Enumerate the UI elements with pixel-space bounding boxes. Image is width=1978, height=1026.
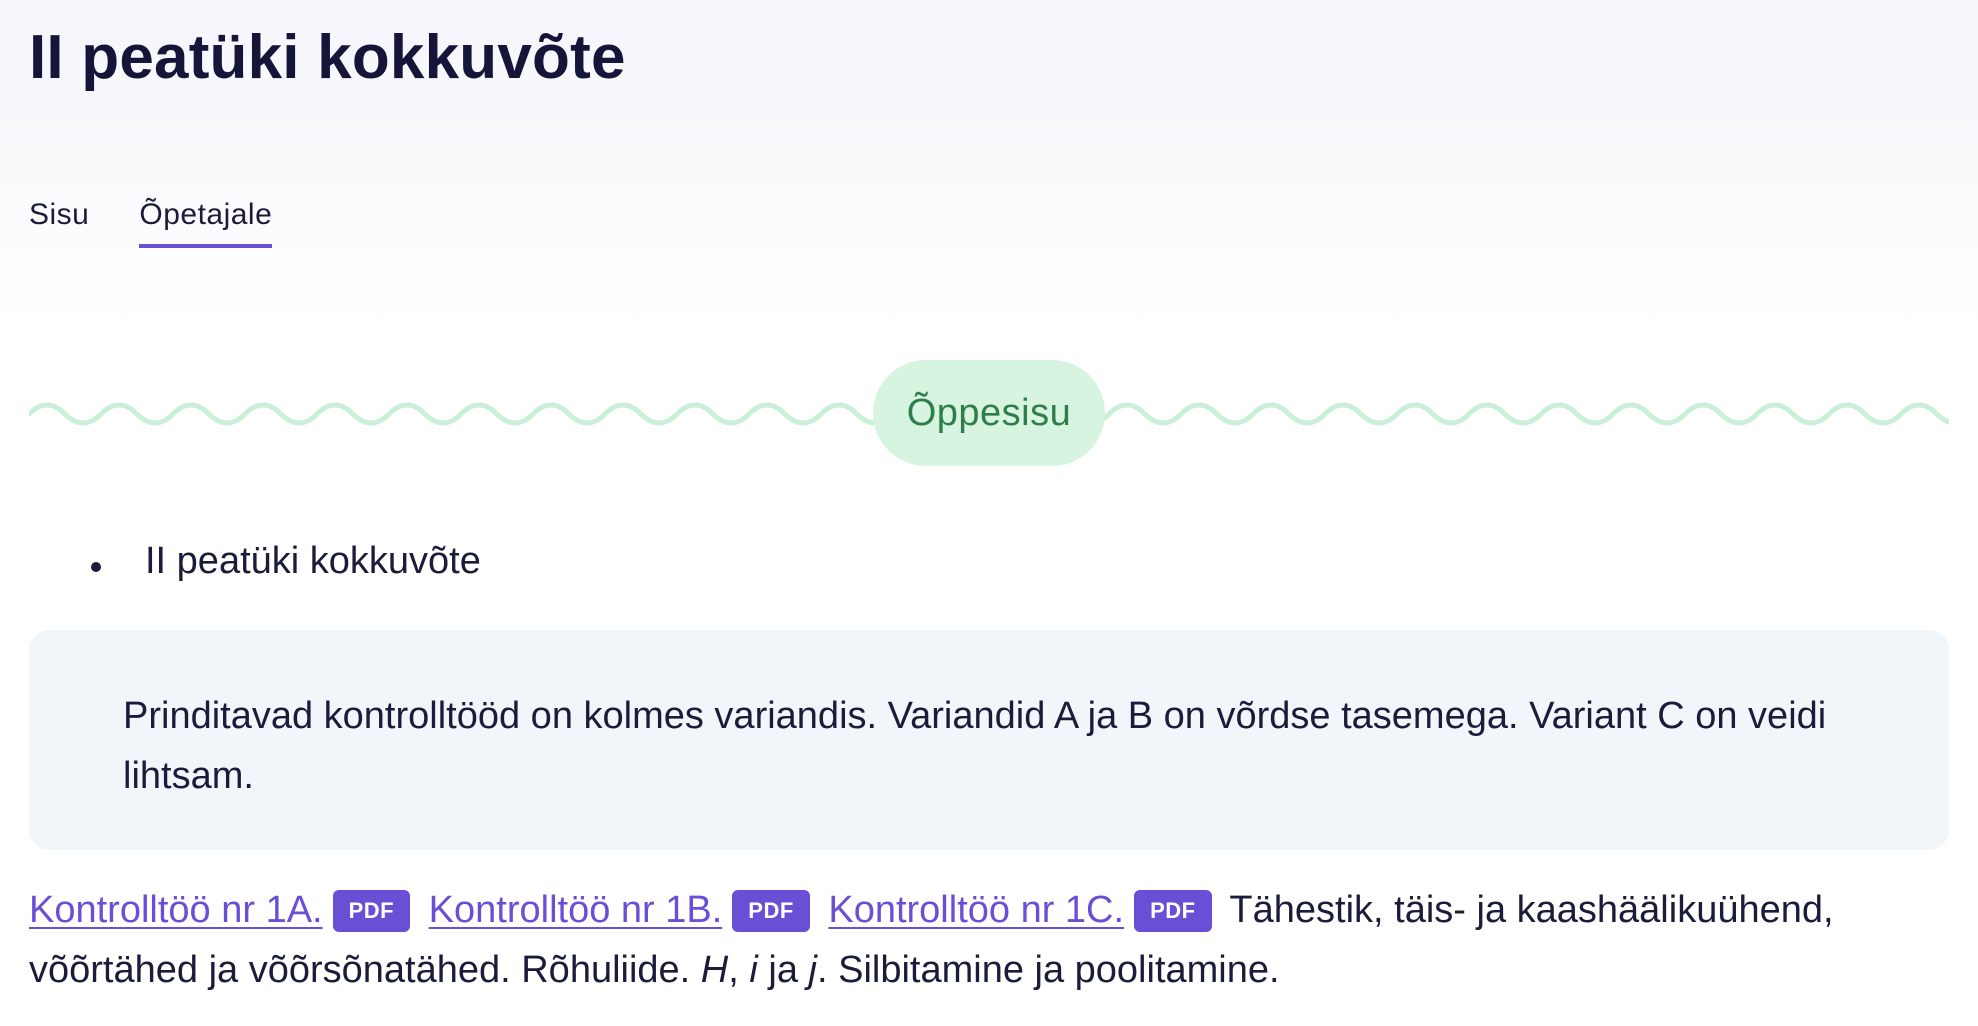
- info-note-text: Prinditavad kontrolltööd on kolmes varia…: [123, 695, 1827, 797]
- summary-italic-h: H: [700, 949, 729, 991]
- summary-comma: ,: [728, 949, 750, 991]
- pdf-badge-1b[interactable]: PDF: [732, 890, 810, 932]
- tests-paragraph: Kontrolltöö nr 1A. PDF Kontrolltöö nr 1B.…: [29, 880, 1949, 1000]
- list-item-text: II peatüki kokkuvõte: [145, 540, 481, 582]
- test-1b-link[interactable]: Kontrolltöö nr 1B.: [429, 889, 723, 931]
- pdf-badge-1a[interactable]: PDF: [332, 890, 411, 932]
- content-bullet-list: II peatüki kokkuvõte: [29, 540, 481, 583]
- list-item: II peatüki kokkuvõte: [29, 540, 481, 583]
- page-title: II peatüki kokkuvõte: [29, 23, 626, 92]
- section-divider: Õppesisu: [29, 360, 1949, 468]
- tab-sisu[interactable]: Sisu: [29, 198, 89, 248]
- test-1c-link[interactable]: Kontrolltöö nr 1C.: [828, 889, 1124, 931]
- bullet-dot: [91, 562, 101, 572]
- summary-text-2: . Silbitamine ja poolitamine.: [816, 949, 1280, 991]
- summary-and: ja: [757, 949, 809, 991]
- pdf-badge-1c[interactable]: PDF: [1134, 890, 1212, 932]
- tab-bar: Sisu Õpetajale: [29, 198, 273, 248]
- test-1a-link[interactable]: Kontrolltöö nr 1A.: [29, 889, 323, 931]
- summary-italic-i: i: [749, 949, 758, 991]
- section-label-pill: Õppesisu: [873, 360, 1105, 466]
- info-note-box: Prinditavad kontrolltööd on kolmes varia…: [29, 630, 1949, 850]
- tab-opetajale[interactable]: Õpetajale: [139, 198, 273, 248]
- summary-italic-j: j: [808, 949, 817, 991]
